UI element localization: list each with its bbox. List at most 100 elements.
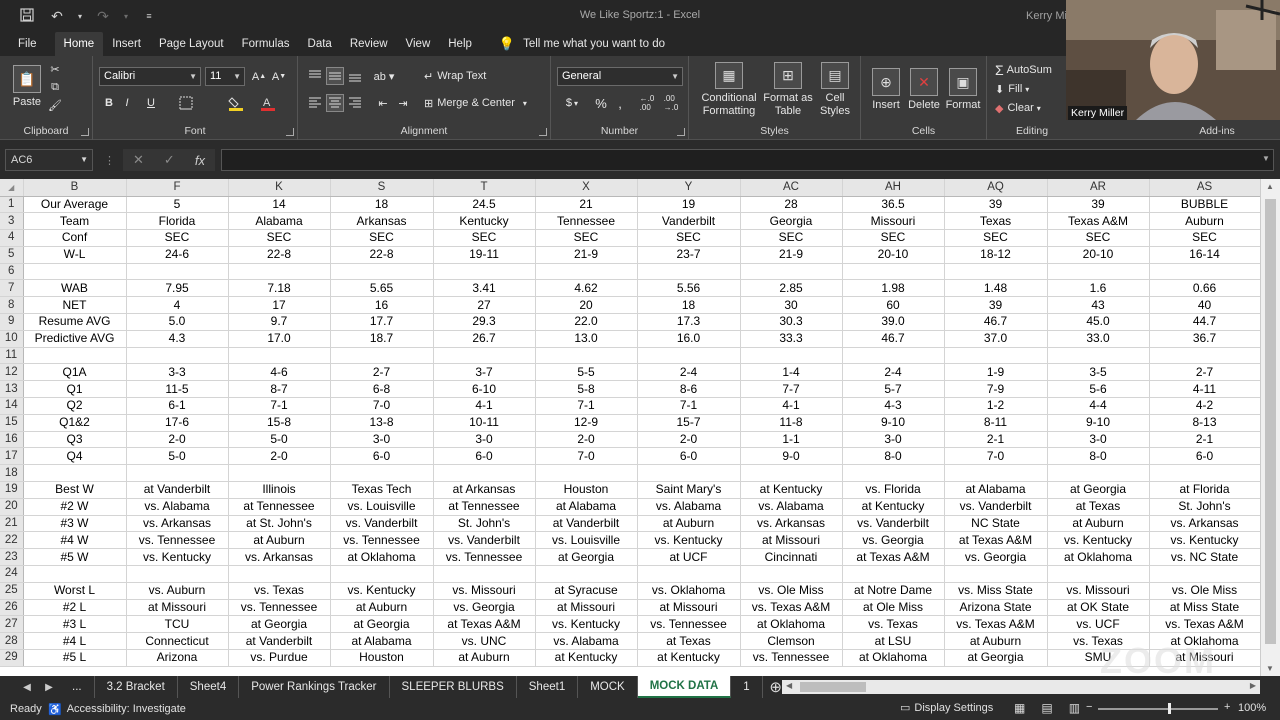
- cell[interactable]: NC State: [944, 515, 1048, 533]
- cell[interactable]: at Auburn: [433, 649, 536, 667]
- cell[interactable]: #2 W: [23, 498, 127, 516]
- cell[interactable]: 44.7: [1149, 313, 1260, 331]
- expand-formula-icon[interactable]: ▼: [1262, 154, 1270, 163]
- cell[interactable]: SEC: [637, 229, 741, 247]
- cell[interactable]: vs. Georgia: [944, 548, 1048, 567]
- decrease-font-icon[interactable]: A ▼: [271, 68, 287, 85]
- cell[interactable]: Worst L: [23, 582, 127, 600]
- cell[interactable]: vs. Auburn: [126, 582, 229, 600]
- cell[interactable]: [433, 347, 536, 365]
- cell[interactable]: SEC: [740, 229, 843, 247]
- autosum-button[interactable]: Σ AutoSum: [995, 62, 1067, 78]
- cell[interactable]: 22-8: [228, 246, 331, 264]
- cell[interactable]: vs. Georgia: [433, 599, 536, 617]
- cell[interactable]: 4-11: [1149, 380, 1260, 399]
- column-header[interactable]: AQ: [944, 179, 1048, 197]
- scroll-up-icon[interactable]: ▲: [1266, 182, 1274, 191]
- cell[interactable]: 18: [637, 296, 741, 315]
- cell[interactable]: [637, 464, 741, 483]
- cell[interactable]: 2-4: [842, 363, 945, 382]
- cell[interactable]: vs. Vanderbilt: [944, 498, 1048, 516]
- cell[interactable]: 60: [842, 296, 945, 315]
- next-sheet-icon[interactable]: ▶: [38, 682, 60, 693]
- cell[interactable]: 24-6: [126, 246, 229, 264]
- cell[interactable]: [535, 263, 638, 281]
- cell[interactable]: at Notre Dame: [842, 582, 945, 600]
- cell[interactable]: at Vanderbilt: [228, 632, 331, 651]
- cell[interactable]: 39: [944, 196, 1048, 214]
- insert-cells-button[interactable]: ⊕ Insert: [867, 62, 905, 118]
- column-header[interactable]: X: [535, 179, 638, 197]
- cell[interactable]: 20-10: [842, 246, 945, 264]
- tell-me-search[interactable]: 💡 Tell me what you want to do: [481, 32, 665, 56]
- number-format-dropdown[interactable]: General ▼: [557, 67, 683, 86]
- worksheet-grid[interactable]: ◢ B F K S T X Y AC AH AQ AR AS 1 Our Average 5 14 18 24.5 2…: [0, 179, 1260, 676]
- cell[interactable]: at Florida: [1149, 481, 1260, 499]
- row-header[interactable]: 28: [0, 632, 24, 651]
- row-header[interactable]: 26: [0, 599, 24, 617]
- comma-button[interactable]: ,: [613, 94, 627, 112]
- row-header[interactable]: 14: [0, 397, 24, 415]
- row-header[interactable]: 11: [0, 347, 24, 365]
- cell[interactable]: 5-7: [842, 380, 945, 399]
- cell[interactable]: vs. Tennessee: [637, 615, 741, 634]
- increase-font-icon[interactable]: A ▲: [251, 68, 267, 85]
- cell[interactable]: [535, 565, 638, 583]
- cell[interactable]: 37.0: [944, 330, 1048, 348]
- cell[interactable]: [944, 347, 1048, 365]
- cell[interactable]: [23, 464, 127, 483]
- cell[interactable]: vs. Missouri: [433, 582, 536, 600]
- cell[interactable]: 1-1: [740, 431, 843, 449]
- cell[interactable]: Q2: [23, 397, 127, 415]
- cell[interactable]: 4.3: [126, 330, 229, 348]
- column-header[interactable]: B: [23, 179, 127, 197]
- cell[interactable]: #5 W: [23, 548, 127, 567]
- cell[interactable]: at Vanderbilt: [535, 515, 638, 533]
- cell[interactable]: at Kentucky: [535, 649, 638, 667]
- column-header[interactable]: T: [433, 179, 536, 197]
- cell[interactable]: [535, 347, 638, 365]
- cell[interactable]: [126, 263, 229, 281]
- cell[interactable]: vs. Kentucky: [1047, 531, 1150, 550]
- cell[interactable]: at Georgia: [535, 548, 638, 567]
- cell[interactable]: 5-6: [1047, 380, 1150, 399]
- cell[interactable]: vs. Texas A&M: [1149, 615, 1260, 634]
- cell[interactable]: [330, 347, 434, 365]
- zoom-in-icon[interactable]: +: [1224, 701, 1230, 713]
- cell[interactable]: 3-7: [433, 363, 536, 382]
- row-header[interactable]: 1: [0, 196, 24, 214]
- percent-button[interactable]: %: [593, 94, 609, 112]
- horizontal-scroll-thumb[interactable]: [800, 682, 866, 692]
- cell[interactable]: Houston: [330, 649, 434, 667]
- row-header[interactable]: 18: [0, 464, 24, 483]
- cell[interactable]: at Auburn: [228, 531, 331, 550]
- conditional-formatting-button[interactable]: ▦ Conditional Formatting: [695, 62, 763, 118]
- cell[interactable]: 6-0: [637, 447, 741, 466]
- cell[interactable]: 23-7: [637, 246, 741, 264]
- cell[interactable]: vs. Texas: [842, 615, 945, 634]
- sheet-tab[interactable]: MOCK: [578, 676, 638, 698]
- cell[interactable]: 19-11: [433, 246, 536, 264]
- row-header[interactable]: 10: [0, 330, 24, 348]
- column-header[interactable]: Y: [637, 179, 741, 197]
- cell[interactable]: [1047, 565, 1150, 583]
- orientation-icon[interactable]: ab ▾: [370, 67, 398, 85]
- cell[interactable]: [330, 263, 434, 281]
- cell[interactable]: vs. Florida: [842, 481, 945, 499]
- cell[interactable]: [1149, 464, 1260, 483]
- cell[interactable]: 5-8: [535, 380, 638, 399]
- cell[interactable]: at Georgia: [330, 615, 434, 634]
- align-top-icon[interactable]: [306, 67, 324, 85]
- tab-formulas[interactable]: Formulas: [233, 32, 299, 56]
- fill-button[interactable]: ⬇ Fill ▾: [995, 81, 1055, 97]
- cell[interactable]: 5: [126, 196, 229, 214]
- cell[interactable]: Missouri: [842, 212, 945, 231]
- currency-button[interactable]: $ ▾: [561, 94, 583, 112]
- cell[interactable]: BUBBLE: [1149, 196, 1260, 214]
- row-header[interactable]: 20: [0, 498, 24, 516]
- cell[interactable]: [535, 464, 638, 483]
- cell[interactable]: 7-0: [535, 447, 638, 466]
- cell[interactable]: vs. NC State: [1149, 548, 1260, 567]
- cell[interactable]: [740, 263, 843, 281]
- column-header[interactable]: AH: [842, 179, 945, 197]
